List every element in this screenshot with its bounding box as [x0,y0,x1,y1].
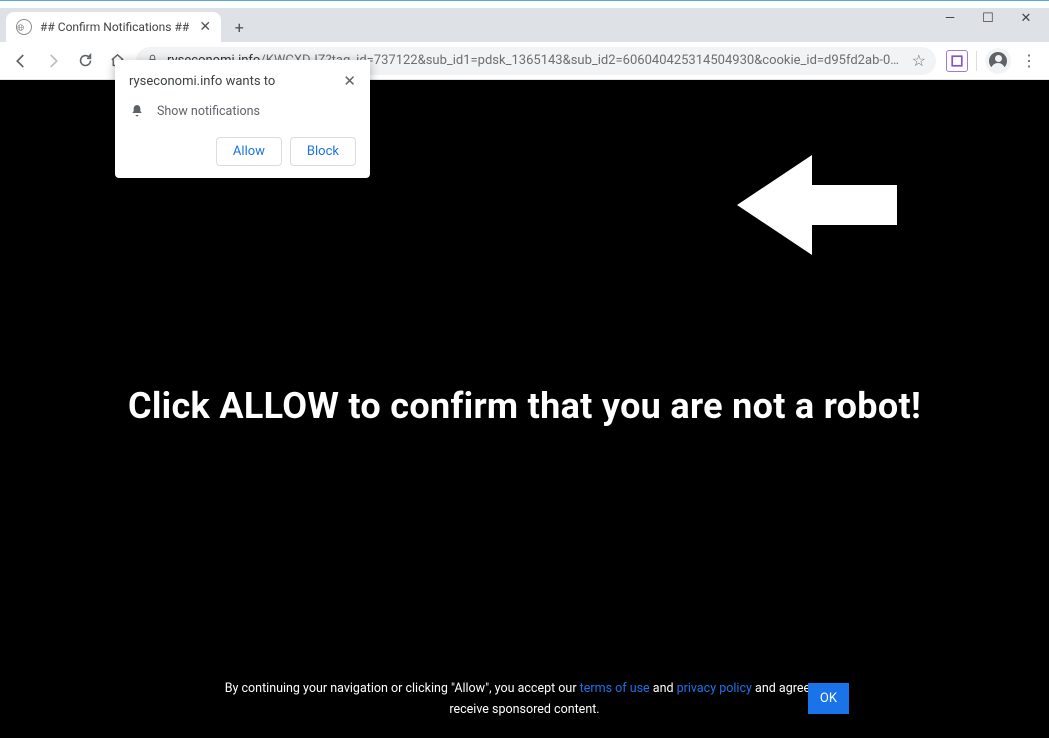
window-maximize-button[interactable]: ☐ [969,6,1007,30]
tab-title: ## Confirm Notifications ## [40,20,189,34]
tab-strip: ## Confirm Notifications ## ✕ + [0,8,1049,42]
tab-close-button[interactable]: ✕ [197,19,213,35]
browser-menu-button[interactable]: ⋮ [1017,49,1041,73]
notification-popup-close-button[interactable]: ✕ [343,74,356,89]
forward-button[interactable] [40,48,66,74]
block-button[interactable]: Block [290,137,356,166]
bookmark-star-icon[interactable]: ☆ [912,51,926,70]
footer-bar: By continuing your navigation or clickin… [0,670,1049,729]
profile-avatar-button[interactable] [985,48,1011,74]
bell-icon [129,103,145,119]
privacy-policy-link[interactable]: privacy policy [677,681,752,696]
new-tab-button[interactable]: + [225,13,253,41]
notification-popup-title: ryseconomi.info wants to [129,74,275,89]
window-titlebar [0,0,1049,8]
globe-icon [16,19,32,35]
toolbar-divider [976,51,977,71]
footer-text: By continuing your navigation or clickin… [205,678,845,721]
page-content: ryseconomi.info wants to ✕ Show notifica… [0,80,1049,738]
terms-of-use-link[interactable]: terms of use [580,681,650,696]
window-close-button[interactable]: ✕ [1007,6,1045,30]
footer-ok-button[interactable]: OK [808,683,849,714]
browser-tab[interactable]: ## Confirm Notifications ## ✕ [6,12,221,42]
window-controls: — ☐ ✕ [931,6,1045,30]
reload-button[interactable] [72,48,98,74]
page-headline: Click ALLOW to confirm that you are not … [0,385,1049,427]
notification-permission-popup: ryseconomi.info wants to ✕ Show notifica… [115,60,370,178]
extension-icon[interactable] [946,50,968,72]
notification-popup-line: Show notifications [157,104,260,119]
toolbar-right-icons: ⋮ [946,48,1041,74]
window-minimize-button[interactable]: — [931,6,969,30]
allow-button[interactable]: Allow [216,137,282,166]
arrow-left-icon [737,150,897,264]
back-button[interactable] [8,48,34,74]
